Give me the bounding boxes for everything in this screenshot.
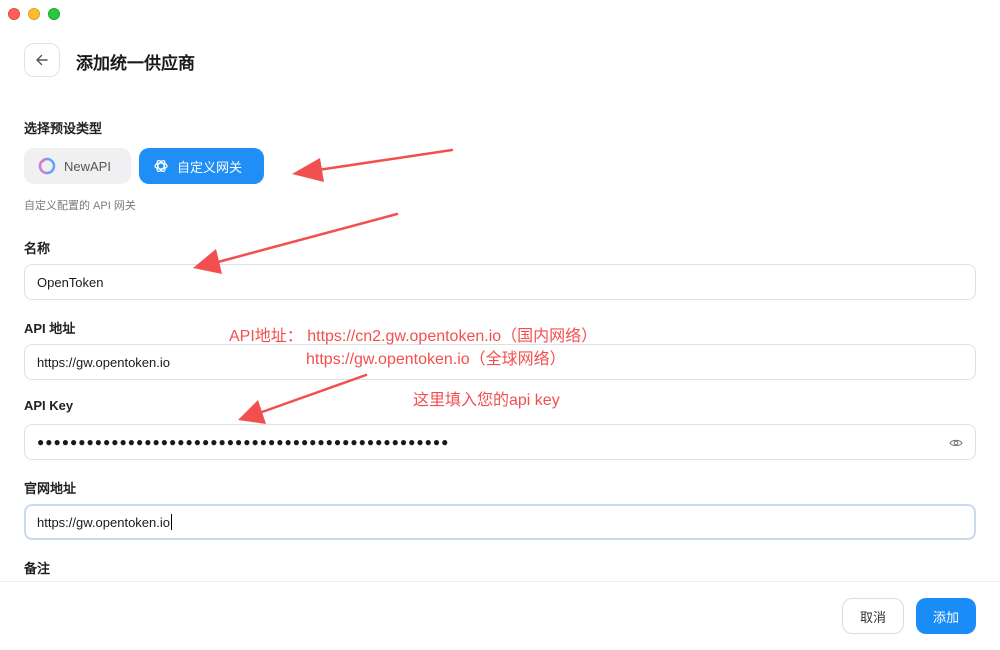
cancel-button[interactable]: 取消 [842, 598, 904, 634]
annotation-api-url-line1: API地址： https://cn2.gw.opentoken.io（国内网络） [229, 328, 598, 345]
annotation-arrow-preset [292, 148, 454, 182]
api-key-field[interactable]: ●●●●●●●●●●●●●●●●●●●●●●●●●●●●●●●●●●●●●●●●… [24, 424, 976, 460]
maximize-window-button[interactable] [48, 8, 60, 20]
name-label: 名称 [24, 241, 51, 256]
website-label: 官网地址 [24, 481, 77, 496]
app-window: 添加统一供应商 选择预设类型 NewAPI 自定义网关 自定义配置的 API 网… [0, 0, 1000, 650]
preset-custom-gateway-button[interactable]: 自定义网关 [139, 148, 264, 184]
add-button[interactable]: 添加 [916, 598, 976, 634]
close-window-button[interactable] [8, 8, 20, 20]
text-caret [170, 514, 172, 530]
notes-label: 备注 [24, 561, 51, 576]
preset-section-label: 选择预设类型 [24, 121, 103, 136]
api-key-label: API Key [24, 398, 74, 413]
arrow-left-icon [36, 54, 48, 66]
newapi-logo-icon [38, 157, 56, 175]
preset-custom-gateway-label: 自定义网关 [177, 159, 243, 175]
minimize-window-button[interactable] [28, 8, 40, 20]
website-value: https://gw.opentoken.io [37, 514, 170, 530]
api-url-value: https://gw.opentoken.io [37, 354, 170, 370]
name-value: OpenToken [37, 274, 104, 290]
annotation-api-key-hint: 这里填入您的api key [413, 392, 560, 409]
api-key-value: ●●●●●●●●●●●●●●●●●●●●●●●●●●●●●●●●●●●●●●●●… [37, 435, 450, 449]
openai-logo-icon [154, 159, 168, 173]
annotation-arrow-api-key [238, 373, 368, 424]
window-controls [8, 8, 60, 20]
preset-newapi-label: NewAPI [64, 158, 111, 174]
preset-hint: 自定义配置的 API 网关 [24, 200, 136, 212]
back-button[interactable] [24, 43, 60, 77]
preset-newapi-button[interactable]: NewAPI [24, 148, 131, 184]
eye-icon[interactable] [949, 436, 963, 450]
name-field[interactable]: OpenToken [24, 264, 976, 300]
annotation-api-url-line2: https://gw.opentoken.io（全球网络） [306, 351, 566, 368]
api-url-label: API 地址 [24, 321, 76, 336]
page-title: 添加统一供应商 [76, 54, 195, 73]
website-field[interactable]: https://gw.opentoken.io [24, 504, 976, 540]
